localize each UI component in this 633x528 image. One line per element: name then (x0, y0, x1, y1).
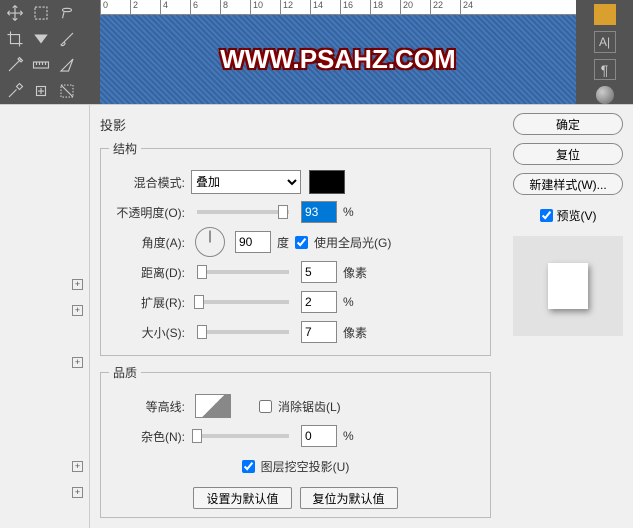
make-default-button[interactable]: 设置为默认值 (193, 487, 291, 509)
spread-slider[interactable] (197, 300, 289, 304)
spread-label: 扩展(R): (109, 294, 185, 311)
tree-row[interactable] (0, 427, 89, 453)
tree-row[interactable] (0, 375, 89, 401)
pen-tool-a[interactable] (2, 52, 28, 78)
tree-row[interactable]: + (0, 297, 89, 323)
size-input[interactable] (301, 321, 337, 343)
preview-label: 预览(V) (557, 207, 597, 224)
contour-label: 等高线: (109, 398, 185, 415)
distance-slider[interactable] (197, 270, 289, 274)
preview-swatch (548, 263, 588, 309)
knockout-label: 图层挖空投影(U) (261, 458, 350, 475)
tree-row[interactable]: + (0, 479, 89, 505)
distance-label: 距离(D): (109, 264, 185, 281)
cancel-button[interactable]: 复位 (513, 143, 623, 165)
tree-row[interactable]: + (0, 453, 89, 479)
noise-unit: % (343, 429, 354, 443)
lasso-tool[interactable] (54, 0, 80, 26)
paragraph-panel-icon[interactable]: ¶ (594, 59, 616, 80)
character-panel-icon[interactable]: A| (594, 31, 616, 52)
dialog-sidebar: 确定 复位 新建样式(W)... 预览(V) (503, 105, 633, 528)
tree-row[interactable] (0, 401, 89, 427)
tree-row[interactable] (0, 141, 89, 167)
ruler-tool[interactable] (28, 52, 54, 78)
tree-row[interactable] (0, 245, 89, 271)
angle-label: 角度(A): (109, 234, 185, 251)
blend-mode-select[interactable]: 叠加 (191, 170, 301, 194)
tree-row[interactable] (0, 167, 89, 193)
opacity-label: 不透明度(O): (109, 204, 185, 221)
tree-row[interactable]: + (0, 271, 89, 297)
right-panel: A| ¶ (576, 0, 633, 104)
plus-icon[interactable]: + (72, 487, 83, 498)
contour-picker[interactable] (195, 394, 231, 418)
global-light-label: 使用全局光(G) (314, 234, 391, 251)
size-slider[interactable] (197, 330, 289, 334)
structure-group: 结构 混合模式: 叠加 不透明度(O): % 角度(A): 度 (100, 140, 491, 356)
size-label: 大小(S): (109, 324, 185, 341)
plus-icon[interactable]: + (72, 305, 83, 316)
distance-input[interactable] (301, 261, 337, 283)
style-list-panel: + + + + + (0, 105, 90, 528)
tree-row[interactable] (0, 323, 89, 349)
horizontal-ruler: 0 2 4 6 8 10 12 14 16 18 20 22 24 (100, 0, 576, 15)
size-unit: 像素 (343, 324, 367, 341)
antialias-checkbox[interactable] (259, 400, 272, 413)
tool-palette (0, 0, 81, 104)
plus-icon[interactable]: + (72, 279, 83, 290)
angle-dial[interactable] (195, 227, 225, 257)
color-swatch[interactable] (309, 170, 345, 194)
gradient-tool[interactable] (54, 78, 80, 104)
distance-unit: 像素 (343, 264, 367, 281)
brush-tool[interactable] (54, 26, 80, 52)
watermark-text: WWW.PSAHZ.COM (220, 44, 455, 75)
blend-mode-label: 混合模式: (109, 174, 185, 191)
opacity-unit: % (343, 205, 354, 219)
panel-title: 投影 (100, 115, 491, 134)
angle-input[interactable] (235, 231, 271, 253)
pen-tool-b[interactable] (54, 52, 80, 78)
new-style-button[interactable]: 新建样式(W)... (513, 173, 623, 195)
plus-icon[interactable]: + (72, 461, 83, 472)
quality-group: 品质 等高线: 消除锯齿(L) 杂色(N): % 图层挖空投影(U) 设置为默认… (100, 364, 491, 518)
quality-legend: 品质 (109, 364, 141, 381)
preview-checkbox[interactable] (540, 209, 553, 222)
spread-input[interactable] (301, 291, 337, 313)
3d-panel-icon[interactable] (596, 86, 614, 104)
noise-slider[interactable] (197, 434, 289, 438)
ok-button[interactable]: 确定 (513, 113, 623, 135)
reset-default-button[interactable]: 复位为默认值 (300, 487, 398, 509)
plus-icon[interactable]: + (72, 357, 83, 368)
knockout-checkbox[interactable] (242, 460, 255, 473)
eyedropper-tool[interactable] (2, 78, 28, 104)
structure-legend: 结构 (109, 140, 141, 157)
marquee-tool[interactable] (28, 0, 54, 26)
layer-style-dialog: + + + + + 投影 结构 混合模式: 叠加 不透明度(O): (0, 104, 633, 528)
move-tool[interactable] (2, 0, 28, 26)
tree-row[interactable]: + (0, 349, 89, 375)
angle-unit: 度 (277, 234, 289, 251)
color-panel-icon[interactable] (594, 4, 616, 25)
noise-input[interactable] (301, 425, 337, 447)
noise-label: 杂色(N): (109, 428, 185, 445)
frame-tool[interactable] (28, 26, 54, 52)
crop-tool[interactable] (2, 26, 28, 52)
preview-box (513, 236, 623, 336)
document-canvas[interactable]: WWW.PSAHZ.COM (100, 15, 576, 104)
opacity-slider[interactable] (197, 210, 289, 214)
tree-row[interactable] (0, 193, 89, 219)
tree-row[interactable] (0, 219, 89, 245)
healing-tool[interactable] (28, 78, 54, 104)
antialias-label: 消除锯齿(L) (278, 398, 341, 415)
global-light-checkbox[interactable] (295, 236, 308, 249)
opacity-input[interactable] (301, 201, 337, 223)
spread-unit: % (343, 295, 354, 309)
